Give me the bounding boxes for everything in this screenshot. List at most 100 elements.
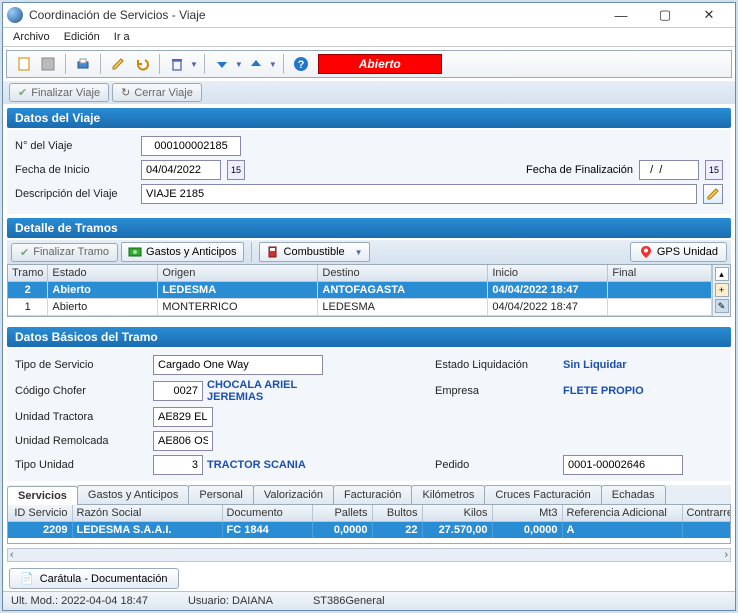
- table-row[interactable]: 1AbiertoMONTERRICOLEDESMA04/04/2022 18:4…: [8, 299, 712, 316]
- money-icon: [128, 245, 142, 259]
- col-mt3[interactable]: Mt3: [492, 505, 562, 522]
- table-row[interactable]: 2209 LEDESMA S.A.A.I. FC 1844 0,0000 22 …: [8, 522, 731, 539]
- titlebar: Coordinación de Servicios - Viaje — ▢ ✕: [3, 3, 735, 28]
- scroll-right-icon[interactable]: ›: [724, 549, 728, 561]
- fuel-icon: [266, 245, 280, 259]
- menu-ira[interactable]: Ir a: [114, 31, 130, 43]
- tramo-toolbar: ✔Finalizar Tramo Gastos y Anticipos Comb…: [7, 240, 731, 264]
- num-viaje-input[interactable]: [141, 136, 241, 156]
- col-contra[interactable]: Contrarremb: [682, 505, 731, 522]
- pin-icon: [639, 245, 653, 259]
- col-inicio[interactable]: Inicio: [488, 265, 608, 282]
- add-row-icon[interactable]: +: [715, 283, 729, 297]
- section-datos-viaje: Datos del Viaje: [7, 108, 731, 128]
- tab-km[interactable]: Kilómetros: [411, 485, 485, 504]
- caratula-bar: 📄Carátula - Documentación: [9, 568, 729, 589]
- col-tramo[interactable]: Tramo: [8, 265, 48, 282]
- tab-valorizacion[interactable]: Valorización: [253, 485, 334, 504]
- tab-gastos[interactable]: Gastos y Anticipos: [77, 485, 190, 504]
- doc-icon: 📄: [20, 572, 34, 585]
- viaje-form: N° del Viaje Fecha de Inicio 15 Fecha de…: [7, 130, 731, 214]
- calendar-icon[interactable]: 15: [705, 160, 723, 180]
- fecha-fin-input[interactable]: [639, 160, 699, 180]
- remolcada-input[interactable]: [153, 431, 213, 451]
- minimize-button[interactable]: —: [599, 3, 643, 27]
- section-basicos-tramo: Datos Básicos del Tramo: [7, 327, 731, 347]
- col-final[interactable]: Final: [608, 265, 712, 282]
- tipo-unidad-label: Tipo Unidad: [15, 459, 145, 471]
- svg-text:?: ?: [297, 59, 304, 71]
- tramos-grid: Tramo Estado Origen Destino Inicio Final…: [7, 264, 731, 317]
- maximize-button[interactable]: ▢: [643, 3, 687, 27]
- scroll-left-icon[interactable]: ‹: [10, 549, 14, 561]
- edit-icon[interactable]: [107, 53, 129, 75]
- status-badge: Abierto: [318, 54, 442, 74]
- menubar: Archivo Edición Ir a: [3, 28, 735, 47]
- pedido-input[interactable]: [563, 455, 683, 475]
- col-doc[interactable]: Documento: [222, 505, 312, 522]
- tab-personal[interactable]: Personal: [188, 485, 253, 504]
- app-icon: [7, 7, 23, 23]
- descripcion-label: Descripción del Viaje: [15, 188, 135, 200]
- edit-row-icon[interactable]: ✎: [715, 299, 729, 313]
- gastos-button[interactable]: Gastos y Anticipos: [121, 242, 244, 262]
- remolcada-label: Unidad Remolcada: [15, 435, 145, 447]
- col-bultos[interactable]: Bultos: [372, 505, 422, 522]
- edit-desc-icon[interactable]: [703, 184, 723, 204]
- col-pallets[interactable]: Pallets: [312, 505, 372, 522]
- close-button[interactable]: ✕: [687, 3, 731, 27]
- section-detalle-tramos: Detalle de Tramos: [7, 218, 731, 238]
- tipo-unidad-code-input[interactable]: [153, 455, 203, 475]
- finalizar-viaje-button[interactable]: ✔Finalizar Viaje: [9, 83, 109, 102]
- gps-button[interactable]: GPS Unidad: [630, 242, 727, 262]
- menu-archivo[interactable]: Archivo: [13, 31, 50, 43]
- menu-edicion[interactable]: Edición: [64, 31, 100, 43]
- cerrar-viaje-button[interactable]: ↻Cerrar Viaje: [112, 83, 202, 102]
- down-icon[interactable]: [211, 53, 233, 75]
- num-viaje-label: N° del Viaje: [15, 140, 135, 152]
- new-icon[interactable]: [13, 53, 35, 75]
- calendar-icon[interactable]: 15: [227, 160, 245, 180]
- servicios-grid: ID Servicio Razón Social Documento Palle…: [7, 505, 731, 544]
- tab-servicios[interactable]: Servicios: [7, 486, 78, 505]
- tab-echadas[interactable]: Echadas: [601, 485, 666, 504]
- pedido-label: Pedido: [435, 459, 555, 471]
- fecha-inicio-input[interactable]: [141, 160, 221, 180]
- tab-facturacion[interactable]: Facturación: [333, 485, 412, 504]
- chofer-code-input[interactable]: [153, 381, 203, 401]
- tractora-input[interactable]: [153, 407, 213, 427]
- col-razon[interactable]: Razón Social: [72, 505, 222, 522]
- estado-liq-label: Estado Liquidación: [435, 359, 555, 371]
- delete-icon[interactable]: [166, 53, 188, 75]
- action-ribbon: ✔Finalizar Viaje ↻Cerrar Viaje: [3, 81, 735, 104]
- window-title: Coordinación de Servicios - Viaje: [29, 8, 599, 22]
- main-toolbar: ▼ ▼ ▼ ? Abierto: [6, 50, 732, 78]
- col-idservicio[interactable]: ID Servicio: [8, 505, 72, 522]
- scroll-up-icon[interactable]: ▴: [715, 267, 729, 281]
- tipo-servicio-input[interactable]: [153, 355, 323, 375]
- undo-icon[interactable]: [131, 53, 153, 75]
- col-estado[interactable]: Estado: [48, 265, 158, 282]
- finalizar-tramo-button[interactable]: ✔Finalizar Tramo: [11, 243, 118, 262]
- col-destino[interactable]: Destino: [318, 265, 488, 282]
- empresa-value: FLETE PROPIO: [563, 385, 723, 397]
- chofer-label: Código Chofer: [15, 385, 145, 397]
- status-misc: ST386General: [313, 595, 385, 607]
- col-kilos[interactable]: Kilos: [422, 505, 492, 522]
- combustible-button[interactable]: Combustible▼: [259, 242, 370, 262]
- col-ref[interactable]: Referencia Adicional: [562, 505, 682, 522]
- estado-liq-value: Sin Liquidar: [563, 359, 723, 371]
- caratula-button[interactable]: 📄Carátula - Documentación: [9, 568, 179, 589]
- help-icon[interactable]: ?: [290, 53, 312, 75]
- h-scrollbar[interactable]: ‹›: [7, 548, 731, 562]
- tab-cruces[interactable]: Cruces Facturación: [484, 485, 601, 504]
- refresh-icon: ↻: [121, 86, 130, 99]
- print-icon[interactable]: [72, 53, 94, 75]
- app-window: Coordinación de Servicios - Viaje — ▢ ✕ …: [2, 2, 736, 611]
- status-user: Usuario: DAIANA: [188, 595, 273, 607]
- table-row[interactable]: 2AbiertoLEDESMAANTOFAGASTA04/04/2022 18:…: [8, 282, 712, 299]
- up-icon[interactable]: [245, 53, 267, 75]
- descripcion-input[interactable]: [141, 184, 697, 204]
- col-origen[interactable]: Origen: [158, 265, 318, 282]
- save-icon[interactable]: [37, 53, 59, 75]
